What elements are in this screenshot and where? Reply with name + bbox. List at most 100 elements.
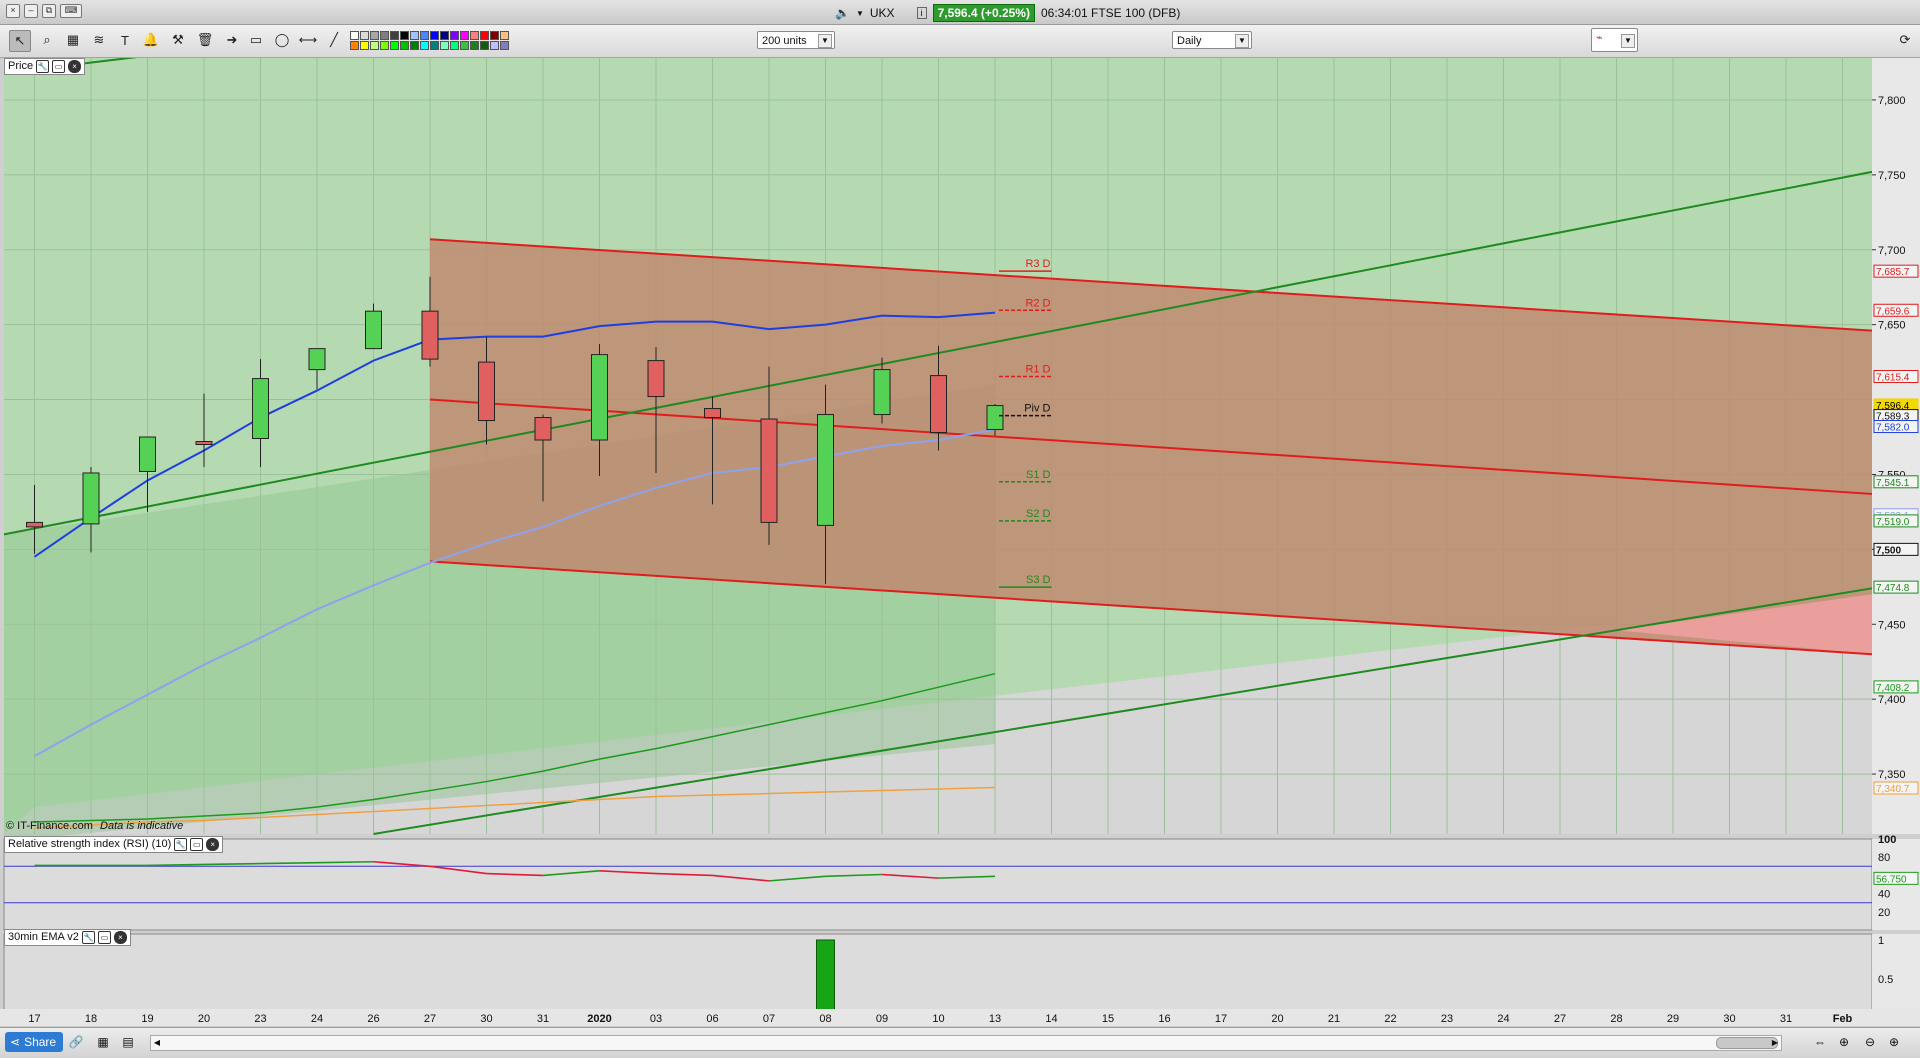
candle-body[interactable]	[195, 441, 213, 446]
color-swatch[interactable]	[390, 31, 399, 40]
candle-body[interactable]	[817, 414, 834, 526]
zoom-out-icon[interactable]: ⊖	[1862, 1034, 1878, 1050]
time-scrollbar[interactable]: ◀ ▶	[150, 1035, 1782, 1051]
text-tool-icon[interactable]: T	[115, 30, 135, 50]
color-swatch[interactable]	[480, 41, 489, 50]
candle-body[interactable]	[647, 360, 665, 398]
wrench-icon[interactable]: 🔧	[174, 838, 188, 851]
candle-body[interactable]	[139, 436, 156, 472]
color-swatch[interactable]	[480, 31, 489, 40]
color-swatch[interactable]	[360, 31, 369, 40]
trend-line-icon[interactable]: ╱	[324, 30, 344, 50]
color-swatch[interactable]	[430, 41, 439, 50]
minimize-window-icon[interactable]: –	[24, 4, 38, 18]
pointer-icon[interactable]: ↖	[9, 30, 31, 52]
color-swatch[interactable]	[500, 41, 509, 50]
candle-body[interactable]	[82, 472, 100, 525]
color-swatch[interactable]	[410, 31, 419, 40]
color-swatch[interactable]	[490, 41, 499, 50]
color-swatch[interactable]	[370, 41, 379, 50]
color-swatch[interactable]	[440, 31, 449, 40]
candle-body[interactable]	[252, 378, 269, 440]
candle-body[interactable]	[704, 408, 721, 419]
color-swatch[interactable]	[460, 41, 469, 50]
color-swatch[interactable]	[450, 31, 459, 40]
wrench-icon[interactable]: 🔧	[81, 931, 95, 944]
chart-type-select[interactable]: ⌁ ▼	[1591, 28, 1638, 52]
draw-chart-icon[interactable]: ▦	[63, 30, 83, 50]
candle-body[interactable]	[986, 405, 1004, 431]
candle-body[interactable]	[308, 348, 326, 371]
wrench-icon[interactable]: 🔧	[36, 60, 50, 73]
rsi-panel[interactable]: 100 80 40 20 56.750	[3, 834, 1920, 931]
color-swatch[interactable]	[420, 41, 429, 50]
color-swatch[interactable]	[470, 41, 479, 50]
chevron-down-icon[interactable]: ▼	[818, 34, 832, 48]
alert-bell-icon[interactable]: 🔔	[141, 30, 161, 50]
share-button[interactable]: ⋖ Share	[5, 1032, 64, 1052]
rapid-draw-icon[interactable]: ≋	[89, 30, 109, 50]
ellipse-tool-icon[interactable]: ◯	[272, 30, 292, 50]
price-panel[interactable]: R3 D R2 D R1 D Piv D S1 D S2 D S3 D 7,800 7,750 7…	[3, 58, 1920, 842]
close-icon[interactable]: ×	[206, 838, 220, 851]
close-icon[interactable]: ×	[68, 60, 82, 73]
candle-body[interactable]	[760, 418, 778, 523]
color-swatch[interactable]	[430, 31, 439, 40]
restore-window-icon[interactable]: ⧉	[42, 4, 56, 18]
arrow-tool-icon[interactable]: ➜	[222, 30, 242, 50]
chart-fit-icon[interactable]: ⇔	[1812, 1034, 1828, 1050]
color-swatch[interactable]	[410, 41, 419, 50]
color-swatch[interactable]	[390, 41, 399, 50]
link-icon[interactable]: 🔗	[68, 1034, 84, 1050]
maximize-icon[interactable]: ▭	[190, 838, 204, 851]
grid-icon[interactable]: ▦	[95, 1034, 111, 1050]
scroll-left-icon[interactable]: ◀	[151, 1036, 163, 1050]
candle-body[interactable]	[421, 310, 439, 360]
color-swatch[interactable]	[440, 41, 449, 50]
candle-body[interactable]	[591, 354, 608, 441]
color-swatch[interactable]	[460, 31, 469, 40]
color-swatch[interactable]	[400, 31, 409, 40]
color-swatch[interactable]	[450, 41, 459, 50]
chevron-down-icon[interactable]: ▼	[1621, 34, 1635, 48]
candle-body[interactable]	[930, 375, 947, 434]
color-swatch[interactable]	[420, 31, 429, 40]
color-swatch[interactable]	[470, 31, 479, 40]
zoom-in-icon[interactable]: ⊕	[1886, 1034, 1902, 1050]
units-select[interactable]: 200 units ▼	[757, 31, 835, 49]
maximize-icon[interactable]: ▭	[97, 931, 111, 944]
chevron-down-icon[interactable]: ▼	[1235, 34, 1249, 48]
color-swatch[interactable]	[380, 31, 389, 40]
color-swatch[interactable]	[380, 41, 389, 50]
scroll-right-icon[interactable]: ▶	[1769, 1036, 1781, 1050]
color-swatch[interactable]	[350, 41, 359, 50]
maximize-icon[interactable]: ▭	[52, 60, 66, 73]
zoom-reset-icon[interactable]: ⊕	[1836, 1034, 1852, 1050]
candle-body[interactable]	[873, 369, 891, 416]
info-icon[interactable]: i	[916, 7, 927, 19]
refresh-icon[interactable]: ⟳	[1895, 30, 1915, 50]
ema-bar[interactable]	[816, 939, 835, 1019]
close-window-icon[interactable]: ×	[6, 4, 20, 18]
color-swatch[interactable]	[360, 41, 369, 50]
keyboard-icon[interactable]: ⌨	[60, 4, 82, 18]
color-swatch[interactable]	[400, 41, 409, 50]
close-icon[interactable]: ×	[113, 931, 127, 944]
color-swatch[interactable]	[350, 31, 359, 40]
ruler-icon[interactable]: ⚒	[168, 30, 188, 50]
trash-icon[interactable]: 🗑	[195, 30, 215, 50]
zoom-icon[interactable]: ⌕	[37, 30, 57, 50]
candle-body[interactable]	[478, 361, 495, 422]
rectangle-tool-icon[interactable]: ▭	[246, 30, 266, 50]
candle-body[interactable]	[26, 521, 43, 528]
color-swatch[interactable]	[490, 31, 499, 40]
sound-icon[interactable]: 🔈	[835, 6, 850, 20]
candle-body[interactable]	[534, 417, 552, 441]
interval-select[interactable]: Daily ▼	[1172, 31, 1252, 49]
color-swatch[interactable]	[500, 31, 509, 40]
dropdown-icon[interactable]: ▼	[856, 9, 864, 18]
horizontal-line-icon[interactable]: ⟷	[298, 30, 318, 50]
chart-area[interactable]: R3 D R2 D R1 D Piv D S1 D S2 D S3 D 7,800 7,750 7…	[0, 58, 1920, 1026]
color-swatch[interactable]	[370, 31, 379, 40]
layout-icon[interactable]: ▤	[120, 1034, 136, 1050]
